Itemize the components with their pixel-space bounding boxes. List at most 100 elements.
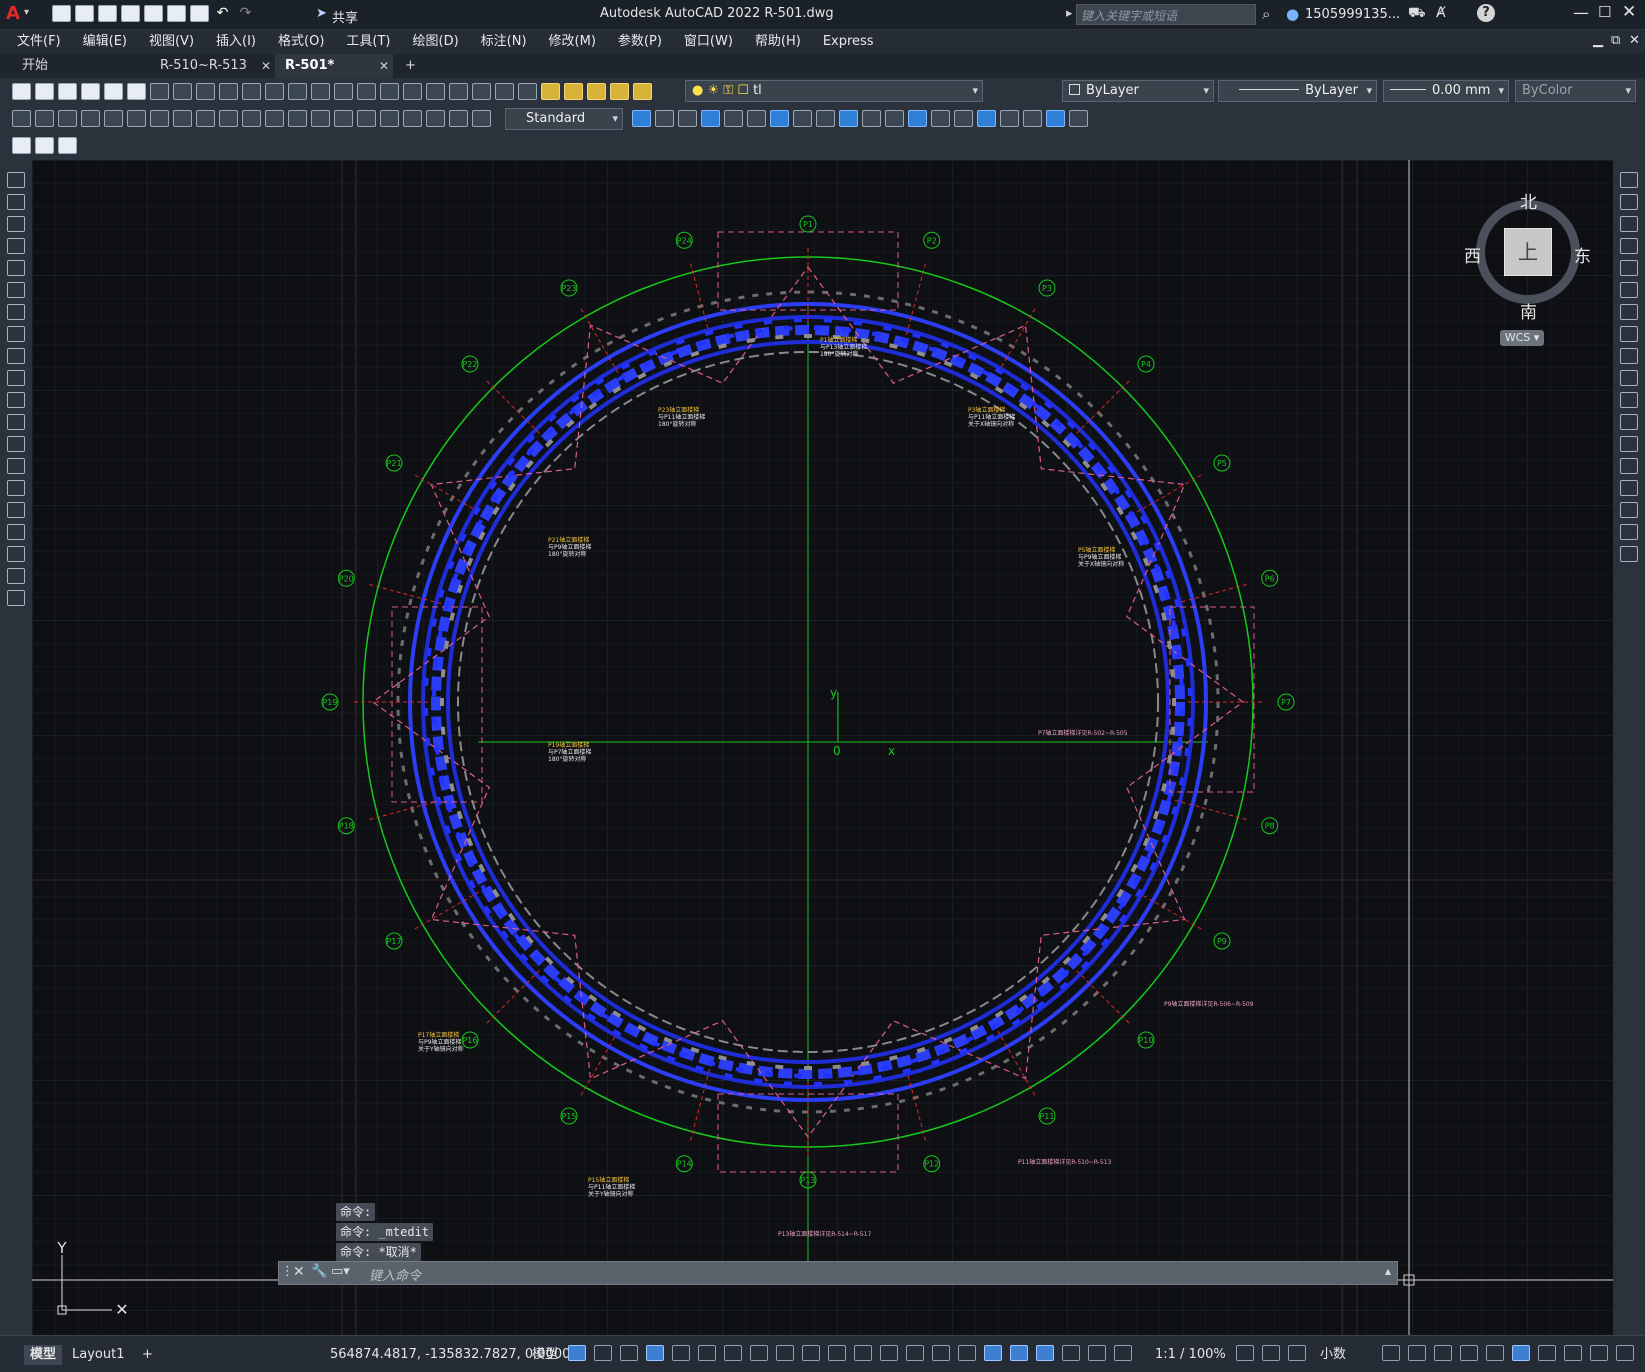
std-tool-23-icon[interactable] xyxy=(541,83,560,100)
viewcube-top-face[interactable]: 上 xyxy=(1504,228,1552,276)
status-annot-1-icon[interactable] xyxy=(1262,1345,1280,1361)
std-tool-3-icon[interactable] xyxy=(81,83,100,100)
status-annot-2-icon[interactable] xyxy=(1288,1345,1306,1361)
modify-tool-8-icon[interactable] xyxy=(1620,348,1638,364)
dim-tool-18-icon[interactable] xyxy=(426,110,445,127)
draw-tool-5-icon[interactable] xyxy=(7,282,25,298)
std-tool-4-icon[interactable] xyxy=(104,83,123,100)
status-toggle-19-icon[interactable] xyxy=(1062,1345,1080,1361)
menu-item-5[interactable]: 工具(T) xyxy=(335,30,401,54)
menu-item-7[interactable]: 标注(N) xyxy=(470,30,538,54)
status-toggle-13-icon[interactable] xyxy=(906,1345,924,1361)
modify-tool-11-icon[interactable] xyxy=(885,110,904,127)
status-tool-4-icon[interactable] xyxy=(1486,1345,1504,1361)
dim-tool-16-icon[interactable] xyxy=(380,110,399,127)
open-web-icon[interactable] xyxy=(144,5,163,22)
tab-r510[interactable]: R-510~R-513 ✕ xyxy=(150,54,275,78)
block-editor-icon[interactable] xyxy=(12,137,31,154)
draw-tool-3-icon[interactable] xyxy=(7,238,25,254)
chevron-down-icon[interactable]: ▾ xyxy=(24,7,29,18)
status-toggle-11-icon[interactable] xyxy=(854,1345,872,1361)
std-tool-14-icon[interactable] xyxy=(334,83,353,100)
modify-tool-16-icon[interactable] xyxy=(1000,110,1019,127)
menu-item-3[interactable]: 插入(I) xyxy=(205,30,267,54)
cart-icon[interactable]: ⛟ xyxy=(1408,5,1426,23)
status-toggle-5-icon[interactable] xyxy=(698,1345,716,1361)
open-icon[interactable] xyxy=(75,5,94,22)
compass-north[interactable]: 北 xyxy=(1520,188,1537,213)
std-tool-9-icon[interactable] xyxy=(219,83,238,100)
drawing[interactable]: P1P2P3P4P5P6P7P8P9P10P11P12P13P14P15P16P… xyxy=(32,160,1613,1335)
share-icon[interactable]: ➤ xyxy=(316,6,327,21)
draw-tool-19-icon[interactable] xyxy=(7,590,25,606)
modify-tool-1-icon[interactable] xyxy=(655,110,674,127)
std-tool-19-icon[interactable] xyxy=(449,83,468,100)
modify-tool-6-icon[interactable] xyxy=(1620,304,1638,320)
status-tool-8-icon[interactable] xyxy=(1590,1345,1608,1361)
draw-tool-6-icon[interactable] xyxy=(7,304,25,320)
modify-tool-3-icon[interactable] xyxy=(701,110,720,127)
add-layout-button[interactable]: + xyxy=(142,1345,153,1365)
status-tool-1-icon[interactable] xyxy=(1408,1345,1426,1361)
doc-close-icon[interactable]: ✕ xyxy=(1629,33,1640,48)
modify-tool-4-icon[interactable] xyxy=(1620,260,1638,276)
compass-south[interactable]: 南 xyxy=(1520,298,1537,323)
dim-tool-10-icon[interactable] xyxy=(242,110,261,127)
draw-tool-9-icon[interactable] xyxy=(7,370,25,386)
dim-tool-2-icon[interactable] xyxy=(58,110,77,127)
modify-tool-15-icon[interactable] xyxy=(1620,502,1638,518)
status-toggle-9-icon[interactable] xyxy=(802,1345,820,1361)
lineweight-dropdown[interactable]: 0.00 mm xyxy=(1383,80,1509,102)
modify-tool-2-icon[interactable] xyxy=(1620,216,1638,232)
dim-tool-20-icon[interactable] xyxy=(472,110,491,127)
share-button[interactable]: 共享 xyxy=(332,7,358,26)
status-toggle-17-icon[interactable] xyxy=(1010,1345,1028,1361)
std-tool-26-icon[interactable] xyxy=(610,83,629,100)
close-icon[interactable]: ✕ xyxy=(1622,2,1636,22)
doc-restore-icon[interactable]: ⧉ xyxy=(1611,33,1620,48)
draw-tool-2-icon[interactable] xyxy=(7,216,25,232)
modify-tool-4-icon[interactable] xyxy=(724,110,743,127)
draw-tool-1-icon[interactable] xyxy=(7,194,25,210)
status-tool-7-icon[interactable] xyxy=(1564,1345,1582,1361)
status-toggle-2-icon[interactable] xyxy=(620,1345,638,1361)
autocad-logo-icon[interactable]: A xyxy=(6,3,20,24)
status-toggle-16-icon[interactable] xyxy=(984,1345,1002,1361)
modify-tool-14-icon[interactable] xyxy=(954,110,973,127)
modify-tool-5-icon[interactable] xyxy=(1620,282,1638,298)
menu-item-8[interactable]: 修改(M) xyxy=(538,30,607,54)
modify-tool-3-icon[interactable] xyxy=(1620,238,1638,254)
modify-tool-8-icon[interactable] xyxy=(816,110,835,127)
dim-tool-11-icon[interactable] xyxy=(265,110,284,127)
help-icon[interactable]: ? xyxy=(1477,4,1495,22)
std-tool-6-icon[interactable] xyxy=(150,83,169,100)
dim-tool-12-icon[interactable] xyxy=(288,110,307,127)
command-prompt-icon[interactable]: ▭▾ xyxy=(331,1264,350,1279)
modify-tool-12-icon[interactable] xyxy=(908,110,927,127)
color-dropdown[interactable]: ByLayer xyxy=(1062,80,1214,102)
search-icon[interactable]: ⌕ xyxy=(1262,5,1270,23)
std-tool-11-icon[interactable] xyxy=(265,83,284,100)
std-tool-2-icon[interactable] xyxy=(58,83,77,100)
save-web-icon[interactable] xyxy=(167,5,186,22)
modify-tool-0-icon[interactable] xyxy=(632,110,651,127)
dim-tool-13-icon[interactable] xyxy=(311,110,330,127)
modify-tool-15-icon[interactable] xyxy=(977,110,996,127)
tab-start[interactable]: 开始 xyxy=(0,54,150,78)
dim-tool-19-icon[interactable] xyxy=(449,110,468,127)
command-input-placeholder[interactable]: 键入命令 xyxy=(369,1265,421,1284)
maximize-icon[interactable]: ☐ xyxy=(1598,3,1611,21)
menu-item-12[interactable]: Express xyxy=(812,30,885,54)
dim-tool-17-icon[interactable] xyxy=(403,110,422,127)
close-icon[interactable]: ✕ xyxy=(293,1264,305,1280)
status-toggle-8-icon[interactable] xyxy=(776,1345,794,1361)
new-icon[interactable] xyxy=(52,5,71,22)
std-tool-20-icon[interactable] xyxy=(472,83,491,100)
modify-tool-12-icon[interactable] xyxy=(1620,436,1638,452)
modify-tool-10-icon[interactable] xyxy=(862,110,881,127)
text-style-dropdown[interactable]: Standard xyxy=(505,108,623,130)
std-tool-27-icon[interactable] xyxy=(633,83,652,100)
modify-tool-0-icon[interactable] xyxy=(1620,172,1638,188)
menu-item-9[interactable]: 参数(P) xyxy=(607,30,673,54)
command-history-up-icon[interactable]: ▴ xyxy=(1385,1264,1391,1278)
